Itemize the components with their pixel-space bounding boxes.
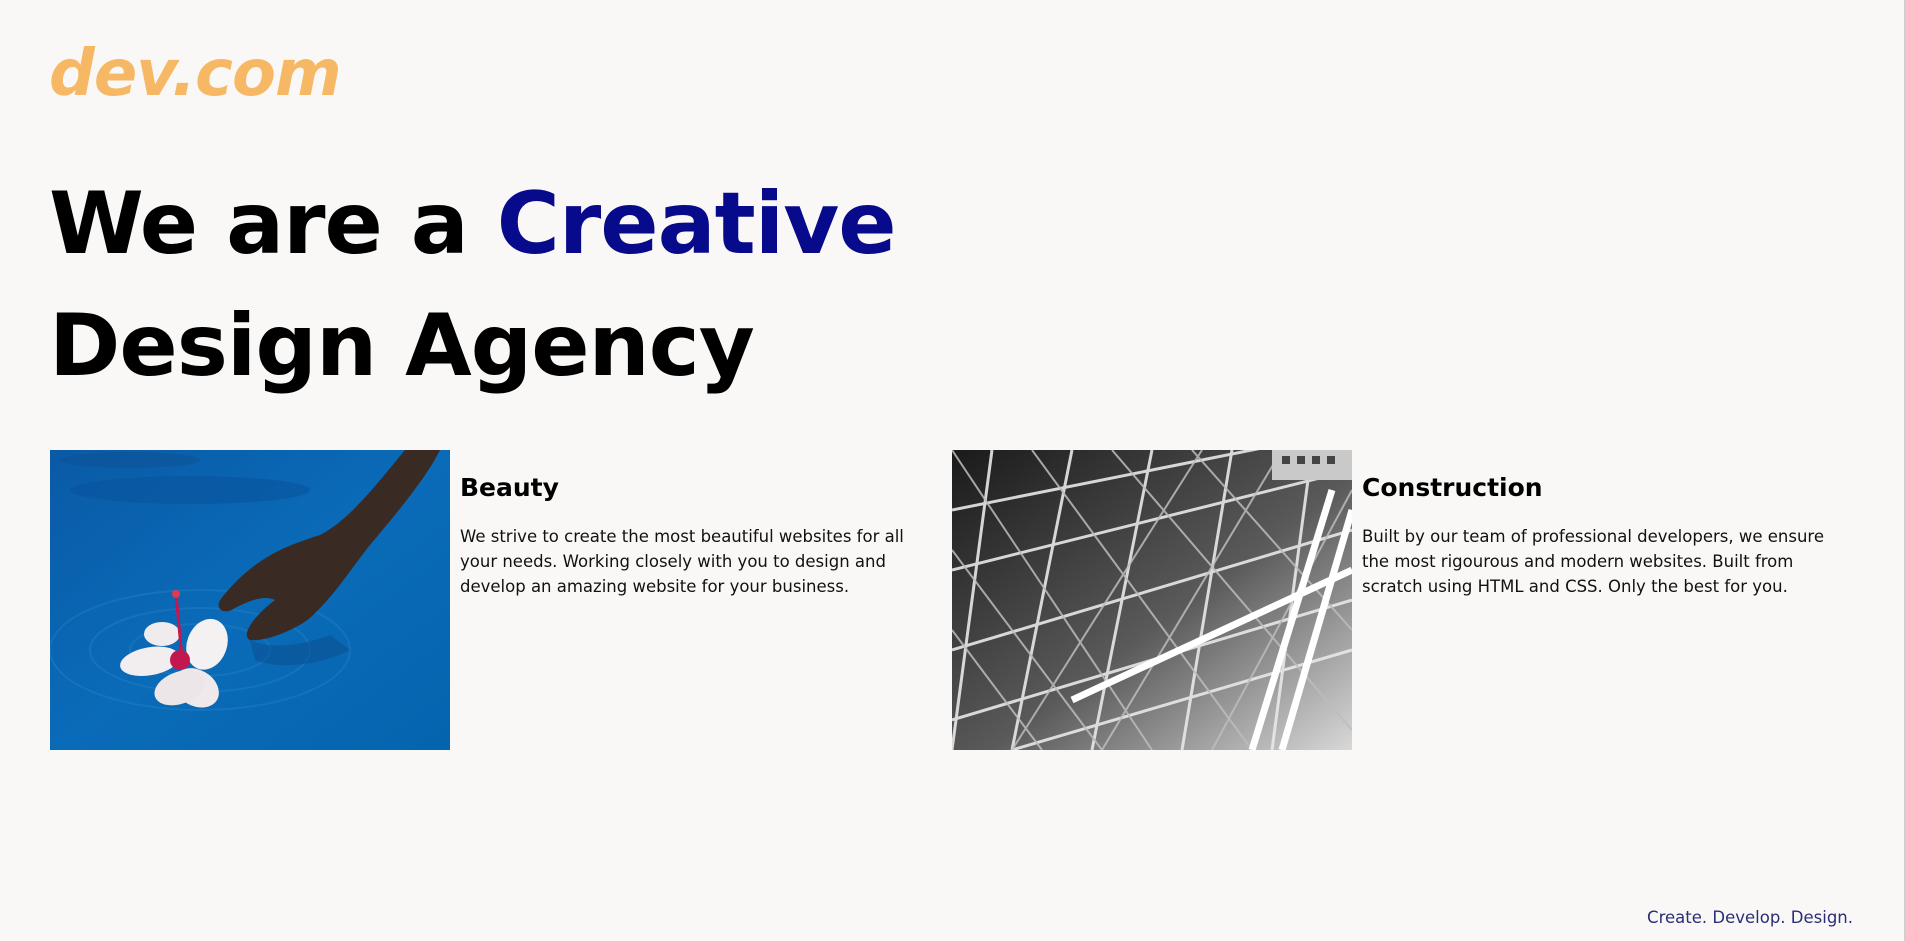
hero-line1-accent: Creative xyxy=(496,174,897,274)
card-text-beauty: We strive to create the most beautiful w… xyxy=(460,527,904,596)
site-logo[interactable]: dev.com xyxy=(49,36,342,112)
beauty-image xyxy=(50,450,450,750)
hero-line2: Design Agency xyxy=(49,296,755,396)
card-title-beauty: Beauty xyxy=(460,473,559,502)
construction-image xyxy=(952,450,1352,750)
footer-tagline: Create. Develop. Design. xyxy=(1647,908,1853,927)
hero-headline: We are a Creative Design Agency xyxy=(49,163,897,407)
card-title-construction: Construction xyxy=(1362,473,1543,502)
card-text-construction: Built by our team of professional develo… xyxy=(1362,527,1824,596)
hero-line1-plain: We are a xyxy=(49,174,497,274)
